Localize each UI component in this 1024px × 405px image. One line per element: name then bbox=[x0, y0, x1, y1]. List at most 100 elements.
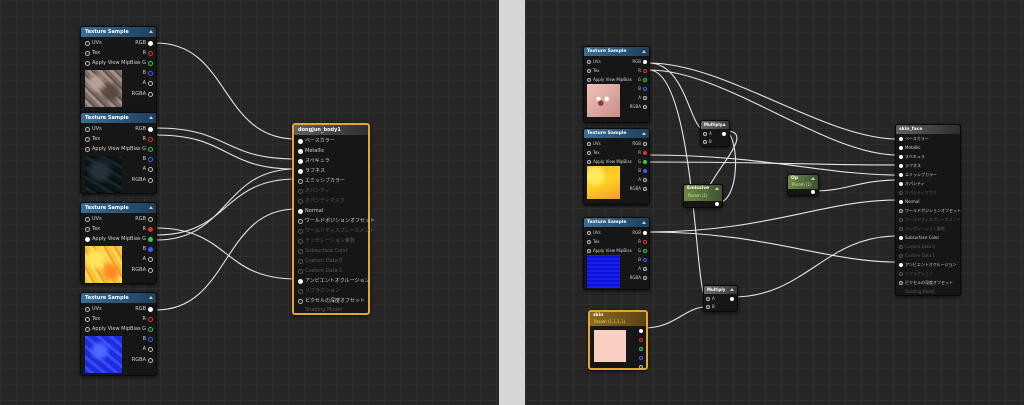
input-pin[interactable] bbox=[85, 41, 90, 46]
input-pin[interactable] bbox=[85, 147, 90, 152]
multiply-node[interactable]: Multiply A B bbox=[700, 120, 730, 147]
input-pin[interactable] bbox=[298, 299, 303, 304]
output-pin-b[interactable] bbox=[639, 356, 643, 360]
collapse-icon[interactable] bbox=[149, 296, 153, 299]
input-pin-a[interactable] bbox=[706, 297, 710, 301]
output-pin-r[interactable] bbox=[148, 227, 153, 232]
output-pin-rgba[interactable] bbox=[148, 178, 153, 183]
output-pin-a[interactable] bbox=[148, 347, 153, 352]
input-pin[interactable] bbox=[298, 139, 303, 144]
collapse-icon[interactable] bbox=[149, 116, 153, 119]
texture-sample-node[interactable]: Texture Sample UVs Tex Apply View MipBia… bbox=[583, 217, 650, 290]
material-result-node[interactable]: dongjun_body1 ベースカラー Metallic スペキュラ ラフネス… bbox=[292, 123, 375, 315]
input-pin[interactable] bbox=[298, 169, 303, 174]
input-pin[interactable] bbox=[587, 160, 591, 164]
output-pin-rgba[interactable] bbox=[643, 105, 647, 109]
output-pin-b[interactable] bbox=[148, 71, 153, 76]
texture-sample-node[interactable]: Texture Sample UVs Tex Apply View MipBia… bbox=[583, 128, 650, 205]
input-pin[interactable] bbox=[899, 218, 903, 222]
input-pin[interactable] bbox=[298, 189, 303, 194]
input-pin[interactable] bbox=[587, 151, 591, 155]
output-pin-g[interactable] bbox=[148, 147, 153, 152]
output-pin-r[interactable] bbox=[639, 338, 643, 342]
input-pin[interactable] bbox=[85, 51, 90, 56]
input-pin[interactable] bbox=[85, 307, 90, 312]
output-pin[interactable] bbox=[643, 231, 647, 235]
input-pin[interactable] bbox=[85, 127, 90, 132]
input-pin[interactable] bbox=[899, 272, 903, 276]
texture-sample-node[interactable]: Texture Sample UVs Tex Apply View MipBia… bbox=[80, 202, 157, 284]
output-pin[interactable] bbox=[639, 329, 643, 333]
input-pin[interactable] bbox=[298, 179, 303, 184]
output-pin-b[interactable] bbox=[148, 337, 153, 342]
collapse-icon[interactable] bbox=[730, 288, 734, 291]
input-pin[interactable] bbox=[298, 199, 303, 204]
multiply-node[interactable]: Multiply A B bbox=[703, 285, 738, 312]
right-material-graph[interactable]: Texture Sample UVs Tex Apply View MipBia… bbox=[525, 0, 1024, 405]
emissive-parameter-node[interactable]: Emissive Param (1) bbox=[683, 184, 723, 208]
output-pin[interactable] bbox=[811, 190, 815, 194]
input-pin[interactable] bbox=[298, 269, 303, 274]
input-pin[interactable] bbox=[298, 249, 303, 254]
input-pin[interactable] bbox=[85, 327, 90, 332]
vector-parameter-node[interactable]: skin Param (1,1,1,1) bbox=[588, 310, 648, 370]
input-pin[interactable] bbox=[899, 191, 903, 195]
output-pin-rgba[interactable] bbox=[643, 276, 647, 280]
output-pin-r[interactable] bbox=[643, 240, 647, 244]
input-pin[interactable] bbox=[899, 155, 903, 159]
output-pin-b[interactable] bbox=[643, 169, 647, 173]
output-pin-r[interactable] bbox=[148, 51, 153, 56]
output-pin-b[interactable] bbox=[148, 247, 153, 252]
output-pin-g[interactable] bbox=[148, 61, 153, 66]
input-pin[interactable] bbox=[899, 182, 903, 186]
input-pin[interactable] bbox=[899, 146, 903, 150]
output-pin-g[interactable] bbox=[643, 160, 647, 164]
texture-sample-node[interactable]: Texture Sample UVs Tex Apply View MipBia… bbox=[80, 26, 157, 116]
input-pin[interactable] bbox=[587, 231, 591, 235]
output-pin[interactable] bbox=[148, 127, 153, 132]
input-pin[interactable] bbox=[899, 164, 903, 168]
input-pin[interactable] bbox=[85, 317, 90, 322]
output-pin-rgba[interactable] bbox=[148, 358, 153, 363]
input-pin[interactable] bbox=[899, 227, 903, 231]
input-pin[interactable] bbox=[587, 240, 591, 244]
input-pin[interactable] bbox=[587, 249, 591, 253]
input-pin[interactable] bbox=[587, 69, 591, 73]
output-pin-g[interactable] bbox=[148, 237, 153, 242]
output-pin-a[interactable] bbox=[148, 257, 153, 262]
output-pin-g[interactable] bbox=[643, 78, 647, 82]
output-pin[interactable] bbox=[643, 142, 647, 146]
input-pin[interactable] bbox=[899, 236, 903, 240]
output-pin-a[interactable] bbox=[643, 178, 647, 182]
left-material-graph[interactable]: Texture Sample UVs Tex Apply View MipBia… bbox=[0, 0, 499, 405]
output-pin[interactable] bbox=[643, 60, 647, 64]
input-pin[interactable] bbox=[298, 159, 303, 164]
output-pin-rgba[interactable] bbox=[148, 268, 153, 273]
input-pin[interactable] bbox=[298, 279, 303, 284]
texture-sample-node[interactable]: Texture Sample UVs Tex Apply View MipBia… bbox=[80, 112, 157, 194]
output-pin-b[interactable] bbox=[643, 87, 647, 91]
input-pin[interactable] bbox=[899, 245, 903, 249]
output-pin-r[interactable] bbox=[643, 151, 647, 155]
output-pin[interactable] bbox=[148, 217, 153, 222]
input-pin[interactable] bbox=[899, 281, 903, 285]
output-pin-r[interactable] bbox=[643, 69, 647, 73]
collapse-icon[interactable] bbox=[715, 187, 719, 190]
collapse-icon[interactable] bbox=[149, 206, 153, 209]
output-pin-r[interactable] bbox=[148, 317, 153, 322]
output-pin-r[interactable] bbox=[148, 137, 153, 142]
output-pin[interactable] bbox=[715, 202, 719, 206]
input-pin[interactable] bbox=[899, 137, 903, 141]
collapse-icon[interactable] bbox=[722, 123, 726, 126]
output-pin-a[interactable] bbox=[643, 267, 647, 271]
input-pin[interactable] bbox=[899, 209, 903, 213]
output-pin-g[interactable] bbox=[639, 347, 643, 351]
output-pin-b[interactable] bbox=[148, 157, 153, 162]
collapse-icon[interactable] bbox=[642, 132, 646, 135]
input-pin[interactable] bbox=[899, 200, 903, 204]
output-pin-g[interactable] bbox=[148, 327, 153, 332]
input-pin[interactable] bbox=[298, 239, 303, 244]
input-pin[interactable] bbox=[85, 217, 90, 222]
input-pin[interactable] bbox=[899, 254, 903, 258]
output-pin[interactable] bbox=[730, 297, 734, 301]
